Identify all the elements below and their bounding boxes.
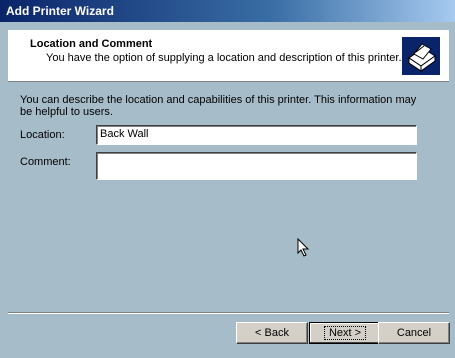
window-title: Add Printer Wizard	[6, 4, 114, 18]
page-subtitle: You have the option of supplying a locat…	[46, 52, 402, 64]
wizard-header: Location and Comment You have the option…	[8, 30, 449, 82]
add-printer-wizard-window: Add Printer Wizard Location and Comment …	[0, 0, 455, 358]
back-button-label: < Back	[255, 327, 289, 339]
comment-field[interactable]	[96, 152, 417, 180]
next-button-label: Next >	[323, 326, 367, 340]
button-separator	[8, 312, 449, 314]
title-bar[interactable]: Add Printer Wizard	[0, 0, 455, 22]
cancel-button-label: Cancel	[396, 327, 432, 339]
comment-label: Comment:	[20, 156, 71, 168]
intro-text: You can describe the location and capabi…	[20, 94, 417, 118]
location-label: Location:	[20, 129, 65, 141]
next-button[interactable]: Next >	[309, 322, 381, 344]
wizard-body: You can describe the location and capabi…	[8, 82, 449, 310]
page-title: Location and Comment	[30, 38, 153, 50]
mouse-cursor-icon	[297, 238, 310, 257]
cancel-button[interactable]: Cancel	[378, 322, 450, 344]
back-button[interactable]: < Back	[236, 322, 308, 344]
printer-icon	[402, 37, 440, 75]
location-field[interactable]: Back Wall	[96, 125, 417, 145]
